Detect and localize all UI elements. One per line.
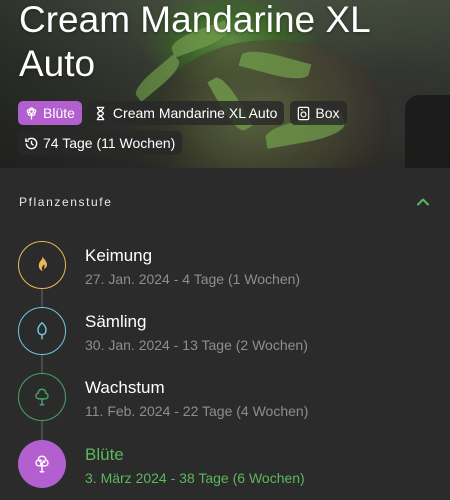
chip-label: Blüte (43, 105, 75, 121)
chip-label: Cream Mandarine XL Auto (112, 105, 278, 121)
hourglass-icon (93, 105, 109, 121)
chip-stage[interactable]: Blüte (18, 101, 82, 125)
seedling-leaf-icon (37, 322, 47, 340)
stage-name: Keimung (85, 246, 153, 265)
plant-tags: Blüte Cream Mandarine XL Auto Box 74 Tag… (18, 101, 438, 161)
stage-keimung[interactable]: Keimung 27. Jan. 2024 - 4 Tage (1 Wochen… (18, 241, 438, 293)
stage-node (18, 307, 66, 355)
stage-wachstum[interactable]: Wachstum 11. Feb. 2024 - 22 Tage (4 Woch… (18, 373, 438, 425)
stage-node-active (18, 440, 66, 488)
plant-stage-panel: Pflanzenstufe Keimung 27. Jan. 2024 - 4 … (0, 168, 450, 500)
stage-bluete[interactable]: Blüte 3. März 2024 - 38 Tage (6 Wochen) (18, 440, 438, 492)
stage-name: Blüte (85, 445, 124, 464)
history-icon (23, 135, 39, 151)
flower-icon (23, 105, 39, 121)
panel-title: Pflanzenstufe (19, 195, 113, 209)
stage-name: Wachstum (85, 378, 165, 397)
box-icon (295, 105, 311, 121)
stage-dates: 3. März 2024 - 38 Tage (6 Wochen) (85, 470, 305, 486)
stage-node (18, 373, 66, 421)
stage-dates: 30. Jan. 2024 - 13 Tage (2 Wochen) (85, 337, 308, 353)
stage-saemling[interactable]: Sämling 30. Jan. 2024 - 13 Tage (2 Woche… (18, 307, 438, 359)
collapse-button[interactable] (414, 193, 432, 211)
chip-label: Box (315, 105, 340, 121)
tree-icon (35, 388, 49, 406)
panel-header: Pflanzenstufe (19, 193, 432, 211)
chevron-up-icon (417, 198, 429, 206)
stage-node (18, 241, 66, 289)
chip-label: 74 Tage (11 Wochen) (43, 135, 176, 151)
stage-dates: 27. Jan. 2024 - 4 Tage (1 Wochen) (85, 271, 301, 287)
chip-strain[interactable]: Cream Mandarine XL Auto (87, 101, 285, 125)
plant-title: Cream Mandarine XL Auto (19, 0, 370, 84)
stage-name: Sämling (85, 312, 147, 331)
chip-location[interactable]: Box (290, 101, 347, 125)
stage-dates: 11. Feb. 2024 - 22 Tage (4 Wochen) (85, 403, 309, 419)
flowering-plant-icon (35, 455, 49, 473)
chip-age[interactable]: 74 Tage (11 Wochen) (18, 131, 183, 155)
flame-icon (38, 255, 47, 271)
